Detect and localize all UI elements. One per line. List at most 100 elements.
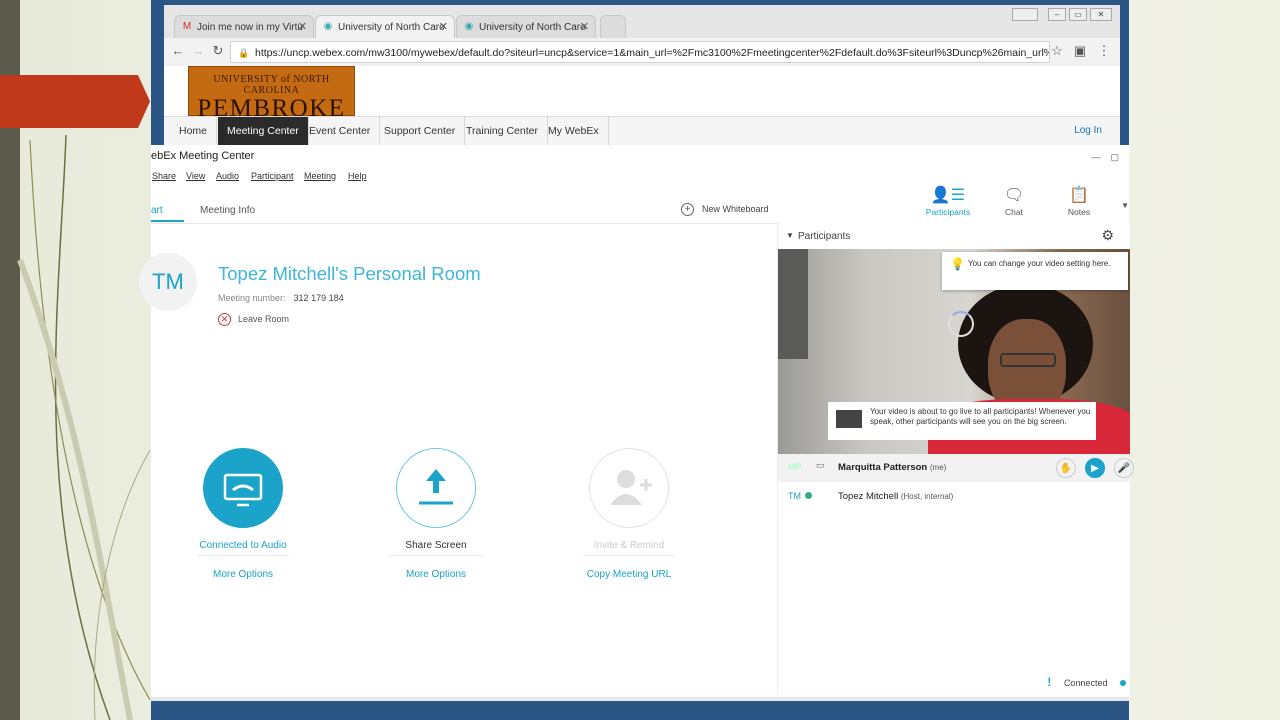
- minimize-icon[interactable]: –: [1048, 8, 1066, 21]
- active-tab-indicator: [151, 220, 184, 222]
- university-logo[interactable]: UNIVERSITY of NORTH CAROLINA PEMBROKE: [188, 66, 355, 122]
- invite-remind-label: Invite & Remind: [583, 540, 675, 556]
- back-icon[interactable]: ←: [170, 43, 186, 59]
- leave-room-button[interactable]: ✕ Leave Room: [218, 313, 289, 326]
- connection-status-label: Connected: [1063, 678, 1108, 688]
- reload-icon[interactable]: ↻: [210, 43, 226, 59]
- audio-connected-icon: [223, 473, 263, 507]
- audio-action: Connected to Audio More Options: [173, 448, 313, 580]
- close-tab-icon[interactable]: ✕: [580, 16, 589, 38]
- going-live-tip-text: Your video is about to go live to all pa…: [870, 407, 1091, 426]
- browser-window: M Join me now in my Virtu ✕ ◉ University…: [164, 5, 1120, 146]
- copy-meeting-url-link[interactable]: Copy Meeting URL: [559, 569, 699, 580]
- browser-tab-2[interactable]: ◉ University of North Caro ✕: [315, 15, 455, 38]
- forward-icon[interactable]: →: [190, 43, 206, 59]
- meeting-number-label: Meeting number:: [218, 293, 286, 303]
- browser-tab-1[interactable]: M Join me now in my Virtu ✕: [174, 15, 314, 38]
- lightbulb-icon: 💡: [950, 257, 965, 271]
- notes-panel-label: Notes: [1067, 207, 1091, 217]
- video-setting-tooltip: 💡 You can change your video setting here…: [942, 252, 1128, 290]
- video-setting-tip-text: You can change your video setting here.: [968, 259, 1111, 268]
- online-status-icon: [805, 492, 812, 499]
- webex-icon: ◉: [464, 21, 474, 32]
- url-text: https://uncp.webex.com/mw3100/mywebex/de…: [255, 47, 1050, 59]
- maximize-icon[interactable]: ▭: [1069, 8, 1087, 21]
- chat-panel-label: Chat: [1005, 207, 1023, 217]
- menu-meeting[interactable]: Meeting: [304, 171, 336, 181]
- close-circle-icon: ✕: [218, 313, 231, 326]
- room-title: Topez Mitchell's Personal Room: [218, 263, 481, 284]
- meeting-tab-bar: art Meeting Info + New Whiteboard 👤☰ Part…: [151, 187, 1129, 224]
- video-camera-icon[interactable]: ▶: [1085, 458, 1105, 478]
- participant-name-text: Marquitta Patterson: [838, 462, 928, 473]
- bookmark-star-icon[interactable]: ☆: [1049, 43, 1065, 59]
- participant-row[interactable]: MP ▭ Marquitta Patterson (me) ✋ ▶ 🎤: [778, 454, 1134, 482]
- new-whiteboard-label: New Whiteboard: [702, 204, 769, 214]
- window-controls[interactable]: — ▢: [1091, 152, 1119, 163]
- participants-title: Participants: [798, 231, 851, 242]
- mute-mic-icon[interactable]: 🎤: [1114, 458, 1134, 478]
- site-header: UNIVERSITY of NORTH CAROLINA PEMBROKE: [164, 66, 1120, 122]
- nav-support-center[interactable]: Support Center: [375, 117, 466, 146]
- close-tab-icon[interactable]: ✕: [298, 16, 307, 38]
- lock-icon: 🔒: [238, 48, 250, 58]
- collapse-triangle-icon[interactable]: ▼: [786, 231, 794, 240]
- login-link[interactable]: Log In: [1074, 117, 1102, 144]
- invite-action: Invite & Remind Copy Meeting URL: [559, 448, 699, 580]
- plus-icon: +: [681, 203, 694, 216]
- participant-avatar: MP: [788, 462, 802, 472]
- webex-icon: ◉: [323, 21, 333, 32]
- tab-quick-start[interactable]: art: [151, 205, 163, 216]
- menu-view[interactable]: View: [186, 171, 205, 181]
- slide-red-tab: [0, 75, 150, 128]
- leave-room-label: Leave Room: [238, 314, 290, 324]
- menu-help[interactable]: Help: [348, 171, 367, 181]
- alert-icon: !: [1047, 675, 1052, 689]
- notes-icon: 📋: [1069, 187, 1089, 204]
- chat-icon: 🗨: [1003, 187, 1025, 204]
- meeting-number: Meeting number: 312 179 184: [218, 293, 344, 303]
- participants-icon: 👤☰: [930, 187, 966, 204]
- connected-audio-label: Connected to Audio: [197, 540, 289, 556]
- participants-panel: ▼ Participants ⚙ 💡 You can change your v…: [777, 223, 1134, 697]
- nav-my-webex[interactable]: My WebEx: [539, 117, 609, 146]
- participants-panel-button[interactable]: 👤☰ Participants: [918, 185, 978, 217]
- share-more-options-link[interactable]: More Options: [366, 569, 506, 580]
- browser-tab-3[interactable]: ◉ University of North Caro ✕: [456, 15, 596, 38]
- nav-event-center[interactable]: Event Center: [300, 117, 381, 146]
- menu-icon[interactable]: ⋮: [1096, 43, 1112, 59]
- connected-audio-button[interactable]: [203, 448, 283, 528]
- chat-panel-button[interactable]: 🗨 Chat: [984, 185, 1044, 217]
- notes-panel-button[interactable]: 📋 Notes: [1049, 185, 1109, 217]
- raise-hand-icon[interactable]: ✋: [1056, 458, 1076, 478]
- nav-meeting-center[interactable]: Meeting Center: [218, 117, 309, 146]
- participant-name: Marquitta Patterson (me): [838, 462, 946, 473]
- profile-button[interactable]: [1012, 8, 1038, 21]
- new-tab-button[interactable]: [600, 15, 626, 38]
- close-window-icon[interactable]: ✕: [1090, 8, 1112, 21]
- new-whiteboard-button[interactable]: + New Whiteboard: [681, 203, 769, 216]
- nav-home[interactable]: Home: [170, 117, 218, 146]
- share-action: Share Screen More Options: [366, 448, 506, 580]
- participant-row[interactable]: TM Topez Mitchell (Host, internal): [778, 483, 1130, 511]
- participants-header: ▼ Participants ⚙: [778, 223, 1130, 249]
- browser-tab-label: University of North Caro: [479, 22, 586, 33]
- panel-options-chevron-icon[interactable]: ▼: [1121, 201, 1129, 210]
- menu-share[interactable]: Share: [152, 171, 176, 181]
- gear-icon[interactable]: ⚙: [1101, 227, 1114, 244]
- extension-icon[interactable]: ▣: [1072, 43, 1088, 59]
- webex-window: ebEx Meeting Center — ▢ Share View Audio…: [139, 145, 1134, 697]
- menu-audio[interactable]: Audio: [216, 171, 239, 181]
- close-tab-icon[interactable]: ✕: [439, 16, 448, 38]
- invite-remind-button[interactable]: [589, 448, 669, 528]
- tab-meeting-info[interactable]: Meeting Info: [200, 205, 255, 216]
- url-field[interactable]: 🔒 https://uncp.webex.com/mw3100/mywebex/…: [230, 41, 1050, 63]
- clapperboard-icon: [836, 410, 862, 428]
- audio-more-options-link[interactable]: More Options: [173, 569, 313, 580]
- meeting-number-value: 312 179 184: [293, 293, 344, 303]
- connection-status: ! Connected: [1047, 675, 1126, 689]
- menu-participant[interactable]: Participant: [251, 171, 294, 181]
- tab-strip: M Join me now in my Virtu ✕ ◉ University…: [164, 5, 1120, 38]
- nav-training-center[interactable]: Training Center: [457, 117, 548, 146]
- share-screen-button[interactable]: [396, 448, 476, 528]
